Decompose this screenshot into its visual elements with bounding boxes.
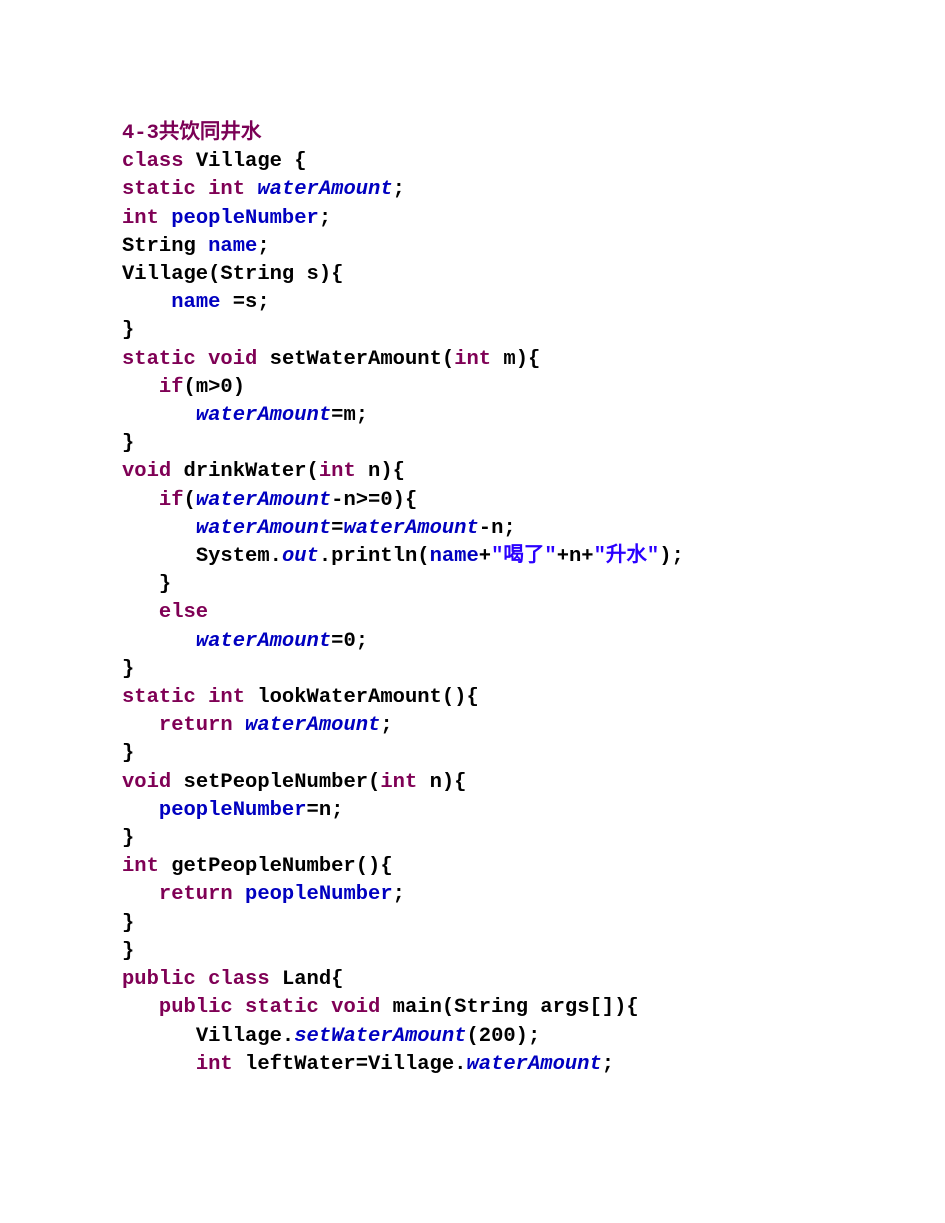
- code-text: +n+: [557, 545, 594, 568]
- code-text: }: [122, 432, 134, 455]
- kw-if: if: [159, 489, 184, 512]
- code-text: -n;: [479, 517, 516, 540]
- code-text: (200);: [466, 1025, 540, 1048]
- kw-int: int: [122, 855, 159, 878]
- code-text: }: [159, 573, 171, 596]
- code-text: (m>0): [184, 376, 246, 399]
- code-text: =: [331, 517, 343, 540]
- field-waterAmount: waterAmount: [196, 489, 331, 512]
- code-text: ;: [393, 883, 405, 906]
- field-peopleNumber: peopleNumber: [171, 207, 319, 230]
- kw-void: void: [122, 771, 171, 794]
- code-text: n){: [417, 771, 466, 794]
- code-text: }: [122, 940, 134, 963]
- code-text: =0;: [331, 630, 368, 653]
- kw-else: else: [159, 601, 208, 624]
- code-text: }: [122, 319, 134, 342]
- kw-static: static: [122, 686, 196, 709]
- field-waterAmount: waterAmount: [245, 714, 380, 737]
- kw-public: public: [159, 996, 233, 1019]
- code-text: );: [659, 545, 684, 568]
- kw-int: int: [196, 1053, 233, 1076]
- code-text: }: [122, 658, 134, 681]
- field-waterAmount: waterAmount: [257, 178, 392, 201]
- code-text: +: [479, 545, 491, 568]
- code-text: String: [122, 235, 208, 258]
- kw-static: static: [122, 178, 196, 201]
- kw-class: class: [208, 968, 270, 991]
- field-peopleNumber: peopleNumber: [245, 883, 393, 906]
- kw-static: static: [122, 348, 196, 371]
- kw-public: public: [122, 968, 196, 991]
- kw-return: return: [159, 714, 233, 737]
- code-text: =m;: [331, 404, 368, 427]
- code-text: Village {: [184, 150, 307, 173]
- field-out: out: [282, 545, 319, 568]
- kw-int: int: [122, 207, 159, 230]
- field-waterAmount: waterAmount: [466, 1053, 601, 1076]
- document-page: 4-3共饮同井水 class Village { static int wate…: [0, 0, 945, 1079]
- code-text: ;: [319, 207, 331, 230]
- field-name: name: [430, 545, 479, 568]
- kw-void: void: [331, 996, 380, 1019]
- kw-int: int: [208, 178, 245, 201]
- kw-int: int: [454, 348, 491, 371]
- code-text: -n>=0){: [331, 489, 417, 512]
- code-block: 4-3共饮同井水 class Village { static int wate…: [122, 120, 945, 1079]
- kw-void: void: [122, 460, 171, 483]
- code-text: n){: [356, 460, 405, 483]
- code-text: =n;: [307, 799, 344, 822]
- code-text: lookWaterAmount(){: [245, 686, 479, 709]
- kw-int: int: [380, 771, 417, 794]
- field-waterAmount: waterAmount: [196, 517, 331, 540]
- field-name: name: [171, 291, 220, 314]
- code-text: Village(String s){: [122, 263, 343, 286]
- code-text: .println(: [319, 545, 430, 568]
- field-waterAmount: waterAmount: [196, 630, 331, 653]
- code-text: ;: [257, 235, 269, 258]
- code-text: setWaterAmount(: [257, 348, 454, 371]
- code-text: Land{: [270, 968, 344, 991]
- field-peopleNumber: peopleNumber: [159, 799, 307, 822]
- code-text: System.: [196, 545, 282, 568]
- kw-class: class: [122, 150, 184, 173]
- kw-int: int: [319, 460, 356, 483]
- code-text: ;: [602, 1053, 614, 1076]
- field-waterAmount: waterAmount: [343, 517, 478, 540]
- string-literal: "喝了": [491, 545, 557, 568]
- method-setWaterAmount: setWaterAmount: [294, 1025, 466, 1048]
- code-text: ;: [380, 714, 392, 737]
- field-waterAmount: waterAmount: [196, 404, 331, 427]
- kw-int: int: [208, 686, 245, 709]
- code-text: }: [122, 827, 134, 850]
- code-text: drinkWater(: [171, 460, 319, 483]
- kw-void: void: [208, 348, 257, 371]
- code-text: setPeopleNumber(: [171, 771, 380, 794]
- code-text: =s;: [220, 291, 269, 314]
- kw-static: static: [245, 996, 319, 1019]
- code-text: Village.: [196, 1025, 294, 1048]
- code-text: main(String args[]){: [380, 996, 638, 1019]
- field-name: name: [208, 235, 257, 258]
- code-text: m){: [491, 348, 540, 371]
- code-text: }: [122, 912, 134, 935]
- code-text: }: [122, 742, 134, 765]
- string-literal: "升水": [594, 545, 660, 568]
- code-text: getPeopleNumber(){: [159, 855, 393, 878]
- code-text: ;: [393, 178, 405, 201]
- kw-if: if: [159, 376, 184, 399]
- code-text: (: [184, 489, 196, 512]
- kw-return: return: [159, 883, 233, 906]
- section-title: 4-3共饮同井水: [122, 122, 261, 145]
- code-text: leftWater=Village.: [233, 1053, 467, 1076]
